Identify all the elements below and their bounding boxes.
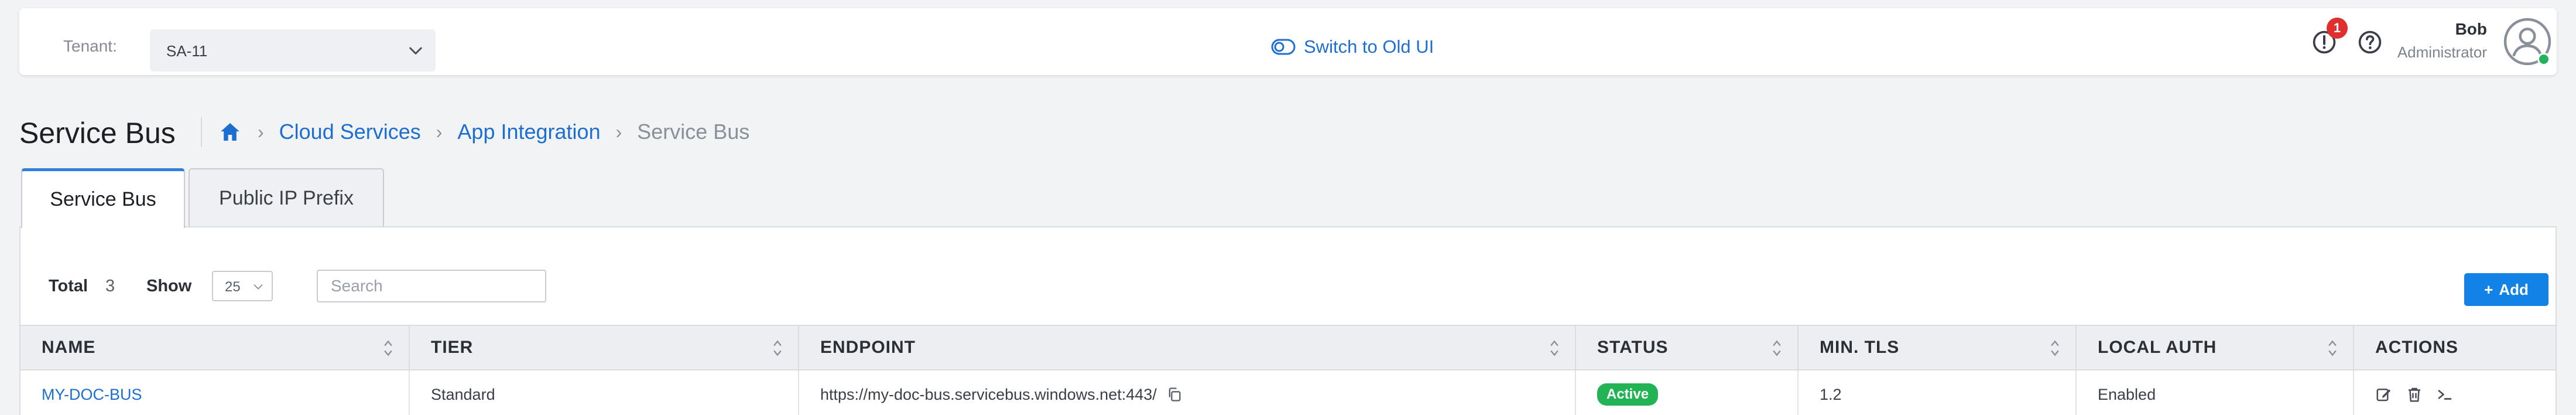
tier-value: Standard — [431, 385, 495, 403]
user-role: Administrator — [2397, 43, 2487, 61]
sort-icon[interactable] — [383, 339, 393, 358]
column-header-min-tls[interactable]: MIN. TLS — [1799, 326, 2077, 369]
cell-name: MY-DOC-BUS — [20, 370, 410, 415]
breadcrumb-current: Service Bus — [637, 120, 750, 144]
column-header-label: MIN. TLS — [1820, 338, 1900, 357]
column-header-label: LOCAL AUTH — [2098, 338, 2217, 357]
page-size-value: 25 — [225, 279, 241, 295]
column-header-label: ENDPOINT — [820, 338, 916, 357]
switch-to-old-ui-link[interactable]: Switch to Old UI — [1271, 35, 1434, 59]
column-header-status[interactable]: STATUS — [1576, 326, 1799, 369]
total-count: 3 — [105, 277, 115, 295]
service-bus-name-link[interactable]: MY-DOC-BUS — [42, 386, 142, 404]
cell-tier: Standard — [410, 370, 799, 415]
column-header-label: STATUS — [1597, 338, 1669, 357]
cell-status: Active — [1576, 370, 1799, 415]
tenant-select[interactable]: SA-11 — [150, 29, 436, 72]
show-label: Show — [146, 277, 192, 295]
table-header: NAME TIER ENDPOINT STATUS MIN. TLS LOCAL… — [20, 325, 2556, 370]
column-header-name[interactable]: NAME — [20, 326, 410, 369]
home-icon[interactable] — [218, 120, 242, 144]
add-button-label: Add — [2499, 280, 2529, 298]
column-header-endpoint[interactable]: ENDPOINT — [799, 326, 1576, 369]
breadcrumb-separator: › — [436, 121, 443, 142]
copy-icon[interactable] — [1166, 386, 1183, 403]
column-header-actions: ACTIONS — [2354, 326, 2556, 369]
cell-min-tls: 1.2 — [1799, 370, 2077, 415]
column-header-label: ACTIONS — [2375, 338, 2458, 357]
breadcrumb-cloud-services[interactable]: Cloud Services — [279, 120, 421, 144]
chevron-down-icon — [409, 47, 422, 55]
service-bus-table: NAME TIER ENDPOINT STATUS MIN. TLS LOCAL… — [20, 325, 2556, 415]
content-panel: Total 3 Show 25 + Add NAME TIER ENDPOINT — [19, 226, 2557, 415]
table-row: MY-DOC-BUS Standard https://my-doc-bus.s… — [20, 370, 2556, 415]
tenant-value: SA-11 — [166, 42, 208, 60]
page-title: Service Bus — [19, 117, 176, 149]
cell-endpoint: https://my-doc-bus.servicebus.windows.ne… — [799, 370, 1576, 415]
switch-to-old-ui-label: Switch to Old UI — [1304, 36, 1434, 57]
terminal-icon[interactable] — [2436, 386, 2454, 403]
title-divider — [201, 117, 202, 147]
plus-icon: + — [2484, 280, 2493, 298]
breadcrumb-separator: › — [258, 121, 264, 142]
column-header-tier[interactable]: TIER — [410, 326, 799, 369]
add-button[interactable]: + Add — [2464, 273, 2548, 306]
notification-badge: 1 — [2327, 18, 2348, 39]
breadcrumb-app-integration[interactable]: App Integration — [457, 120, 600, 144]
local-auth-value: Enabled — [2098, 385, 2156, 403]
breadcrumb-separator: › — [615, 121, 622, 142]
page-size-select[interactable]: 25 — [212, 271, 273, 301]
breadcrumb: › Cloud Services › App Integration › Ser… — [218, 117, 749, 147]
column-header-label: TIER — [431, 338, 474, 357]
sort-icon[interactable] — [772, 339, 783, 358]
chevron-down-icon — [254, 284, 263, 290]
cell-actions — [2354, 370, 2556, 415]
sort-icon[interactable] — [1772, 339, 1782, 358]
status-badge: Active — [1597, 383, 1659, 406]
column-header-label: NAME — [42, 338, 96, 357]
help-icon[interactable] — [2357, 29, 2383, 55]
endpoint-value: https://my-doc-bus.servicebus.windows.ne… — [820, 385, 1157, 403]
cell-local-auth: Enabled — [2077, 370, 2354, 415]
sort-icon[interactable] — [1549, 339, 1560, 358]
delete-icon[interactable] — [2406, 386, 2423, 403]
column-header-local-auth[interactable]: LOCAL AUTH — [2077, 326, 2354, 369]
edit-icon[interactable] — [2375, 386, 2393, 403]
sort-icon[interactable] — [2327, 339, 2338, 358]
min-tls-value: 1.2 — [1820, 385, 1842, 403]
top-header: Tenant: SA-11 Switch to Old UI — [19, 8, 2557, 75]
toggle-icon — [1271, 39, 1296, 55]
online-status-dot — [2537, 53, 2550, 66]
tenant-label: Tenant: — [63, 37, 117, 55]
tab-service-bus[interactable]: Service Bus — [21, 168, 185, 228]
search-input[interactable] — [317, 270, 546, 302]
sort-icon[interactable] — [2050, 339, 2060, 358]
user-name: Bob — [2455, 20, 2487, 38]
total-label: Total — [49, 277, 88, 295]
tab-public-ip-prefix[interactable]: Public IP Prefix — [189, 168, 384, 227]
